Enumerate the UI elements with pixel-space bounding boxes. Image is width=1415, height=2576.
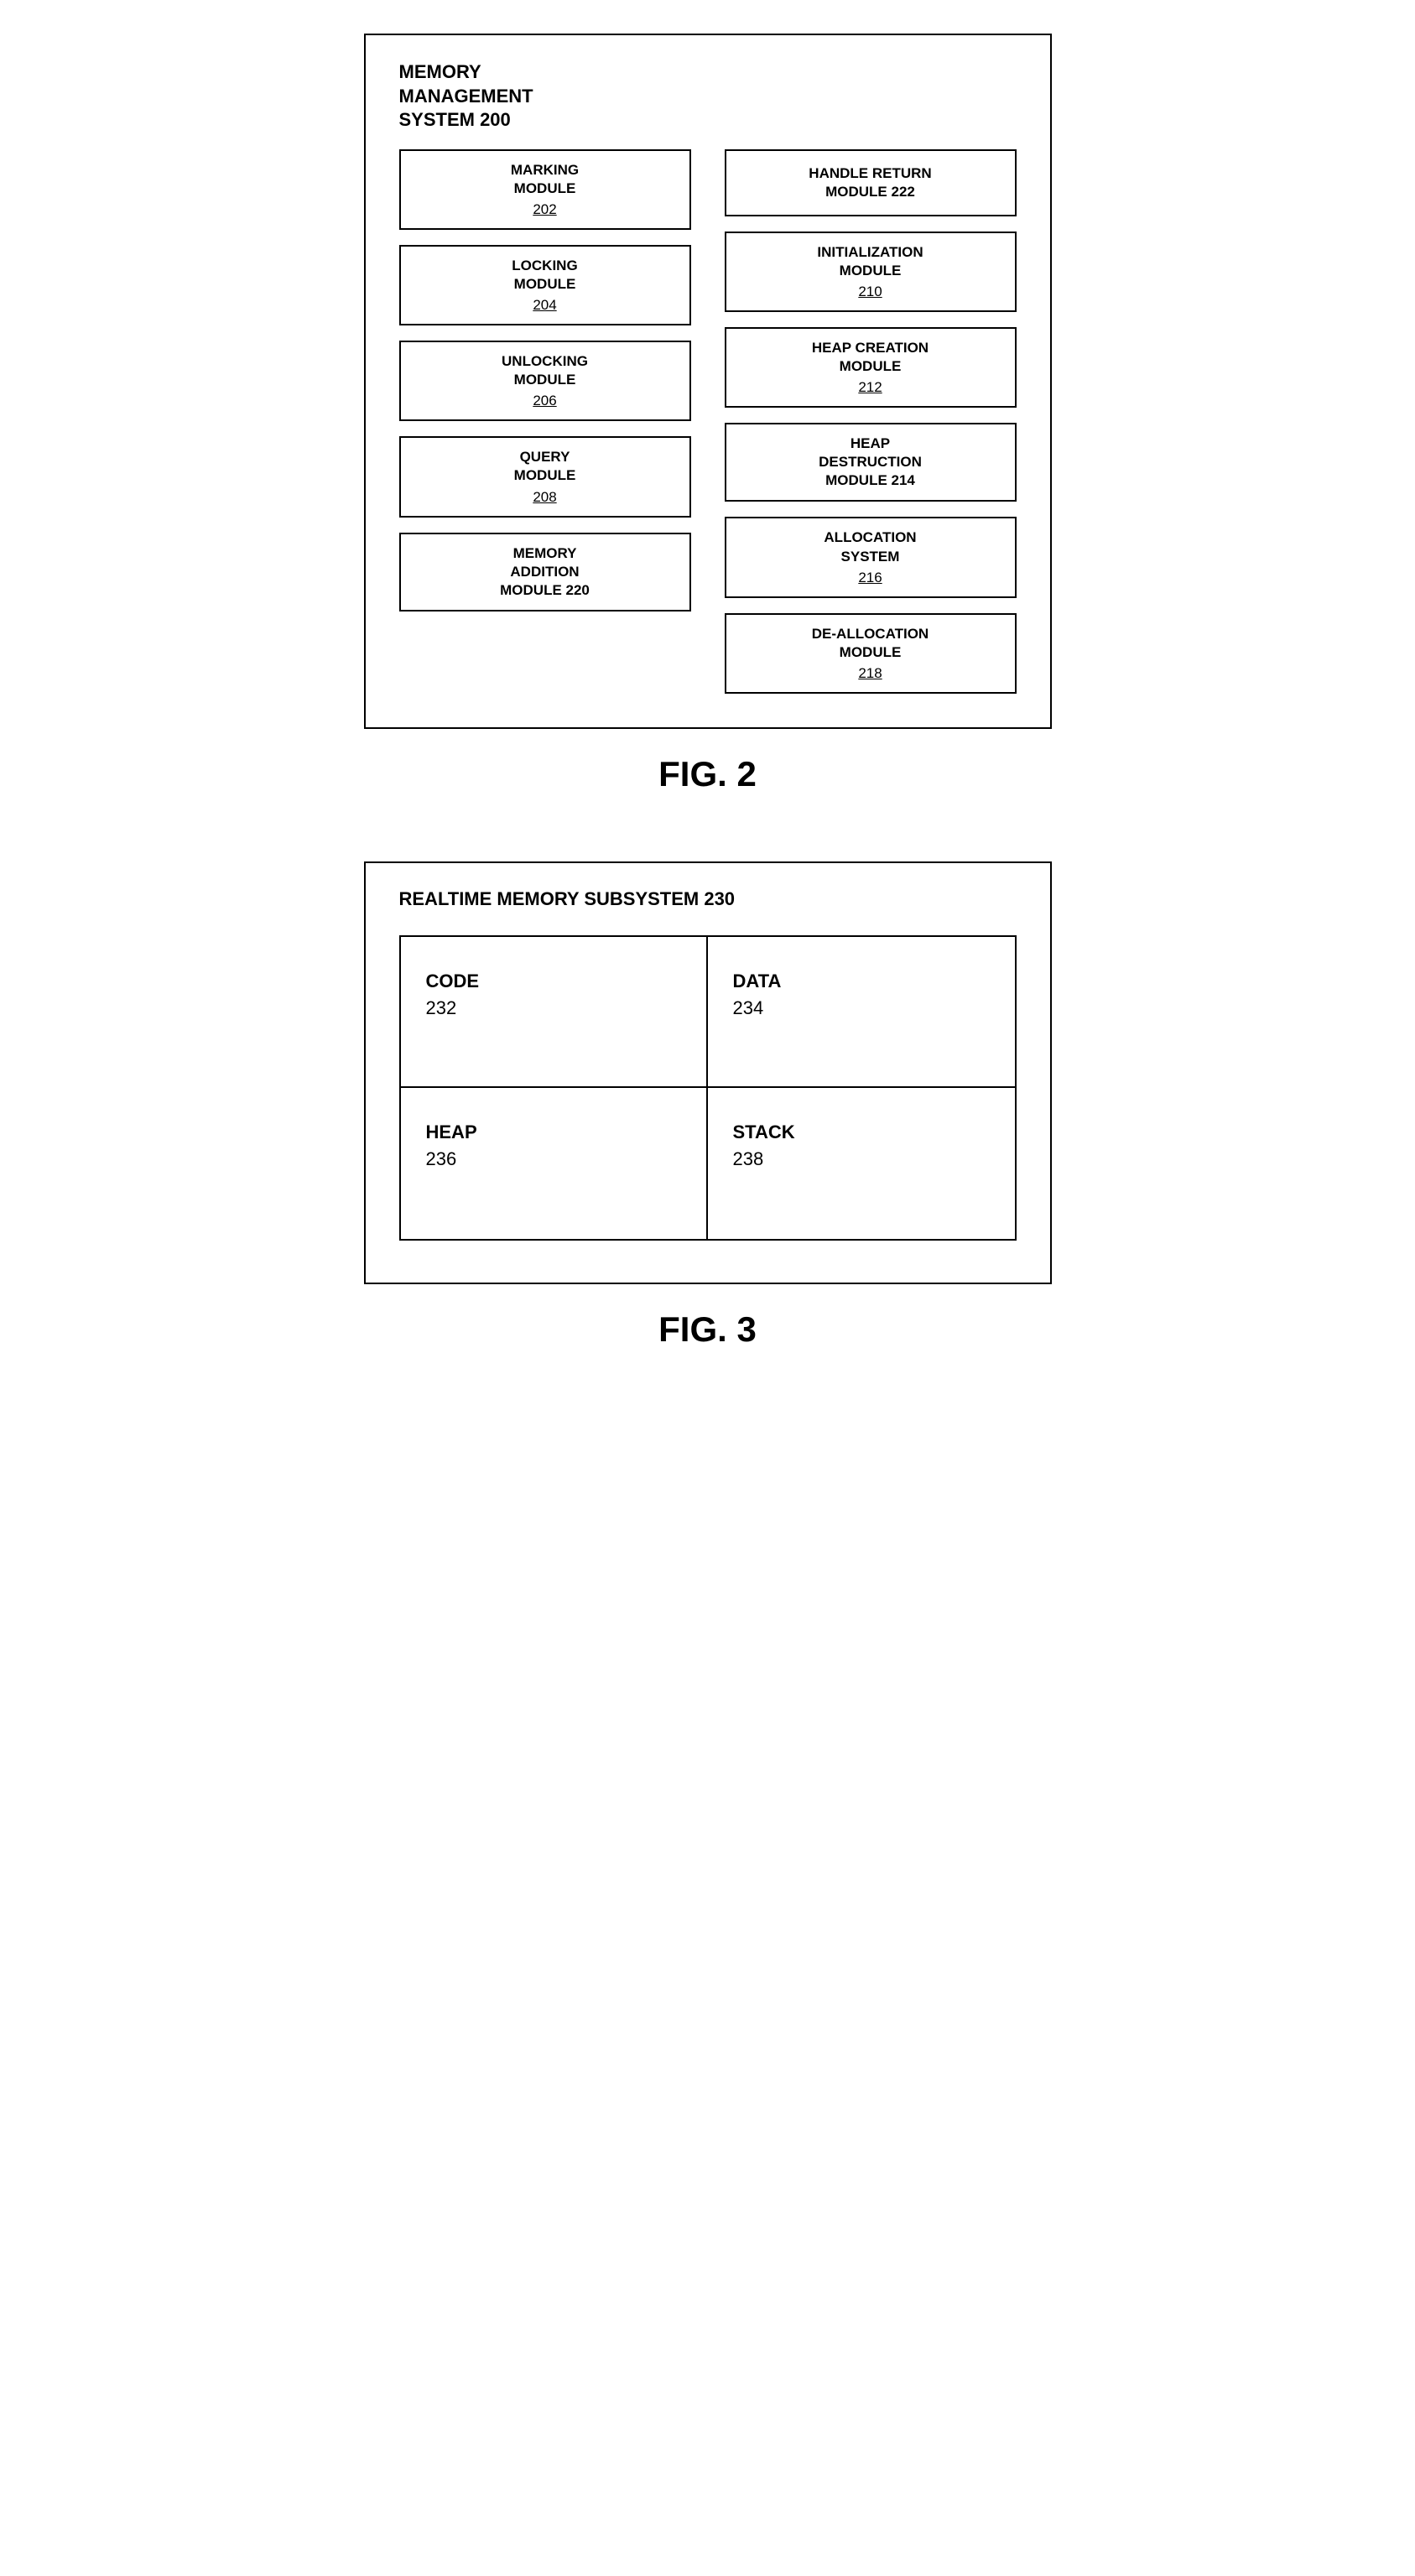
locking-module-num: 204 (533, 297, 556, 314)
heap-destruction-module-name: HEAPDESTRUCTIONMODULE 214 (819, 435, 922, 490)
fig2-columns: MARKINGMODULE 202 LOCKINGMODULE 204 UNLO… (399, 149, 1017, 694)
data-cell-name: DATA (733, 971, 782, 992)
handle-return-module-box: HANDLE RETURNMODULE 222 (725, 149, 1017, 216)
handle-return-module-name: HANDLE RETURNMODULE 222 (809, 164, 931, 201)
initialization-module-box: INITIALIZATIONMODULE 210 (725, 232, 1017, 312)
stack-cell-num: 238 (733, 1148, 764, 1170)
allocation-system-name: ALLOCATIONSYSTEM (824, 528, 916, 565)
heap-creation-module-name: HEAP CREATIONMODULE (812, 339, 929, 376)
marking-module-name: MARKINGMODULE (511, 161, 579, 198)
fig2-right-col: HANDLE RETURNMODULE 222 INITIALIZATIONMO… (725, 149, 1017, 694)
fig3-title: REALTIME MEMORY SUBSYSTEM 230 (399, 888, 1017, 910)
deallocation-module-box: DE-ALLOCATIONMODULE 218 (725, 613, 1017, 694)
marking-module-box: MARKINGMODULE 202 (399, 149, 691, 230)
locking-module-name: LOCKINGMODULE (512, 257, 577, 294)
code-cell: CODE 232 (401, 937, 708, 1088)
fig3-container: REALTIME MEMORY SUBSYSTEM 230 CODE 232 D… (364, 861, 1052, 1350)
fig2-title: MEMORYMANAGEMENTSYSTEM 200 (399, 60, 1017, 133)
query-module-num: 208 (533, 489, 556, 506)
initialization-module-num: 210 (858, 284, 882, 300)
fig2-container: MEMORYMANAGEMENTSYSTEM 200 MARKINGMODULE… (364, 34, 1052, 794)
heap-creation-module-box: HEAP CREATIONMODULE 212 (725, 327, 1017, 408)
heap-cell-num: 236 (426, 1148, 457, 1170)
unlocking-module-num: 206 (533, 393, 556, 409)
locking-module-box: LOCKINGMODULE 204 (399, 245, 691, 325)
allocation-system-num: 216 (858, 570, 882, 586)
marking-module-num: 202 (533, 201, 556, 218)
stack-cell-name: STACK (733, 1121, 795, 1143)
heap-creation-module-num: 212 (858, 379, 882, 396)
initialization-module-name: INITIALIZATIONMODULE (817, 243, 923, 280)
fig2-diagram-box: MEMORYMANAGEMENTSYSTEM 200 MARKINGMODULE… (364, 34, 1052, 729)
fig3-label: FIG. 3 (658, 1309, 757, 1350)
page-container: MEMORYMANAGEMENTSYSTEM 200 MARKINGMODULE… (0, 34, 1415, 1350)
data-cell-num: 234 (733, 997, 764, 1019)
query-module-box: QUERYMODULE 208 (399, 436, 691, 517)
query-module-name: QUERYMODULE (514, 448, 576, 485)
code-cell-name: CODE (426, 971, 480, 992)
code-cell-num: 232 (426, 997, 457, 1019)
deallocation-module-name: DE-ALLOCATIONMODULE (812, 625, 929, 662)
deallocation-module-num: 218 (858, 665, 882, 682)
memory-addition-module-name: MEMORYADDITIONMODULE 220 (500, 544, 590, 600)
heap-destruction-module-box: HEAPDESTRUCTIONMODULE 214 (725, 423, 1017, 502)
allocation-system-box: ALLOCATIONSYSTEM 216 (725, 517, 1017, 597)
fig2-label: FIG. 2 (658, 754, 757, 794)
fig2-left-col: MARKINGMODULE 202 LOCKINGMODULE 204 UNLO… (399, 149, 691, 694)
fig3-diagram-box: REALTIME MEMORY SUBSYSTEM 230 CODE 232 D… (364, 861, 1052, 1284)
heap-cell-name: HEAP (426, 1121, 477, 1143)
memory-addition-module-box: MEMORYADDITIONMODULE 220 (399, 533, 691, 611)
unlocking-module-box: UNLOCKINGMODULE 206 (399, 341, 691, 421)
data-cell: DATA 234 (708, 937, 1015, 1088)
heap-cell: HEAP 236 (401, 1088, 708, 1239)
stack-cell: STACK 238 (708, 1088, 1015, 1239)
fig3-grid: CODE 232 DATA 234 HEAP 236 STACK 238 (399, 935, 1017, 1241)
unlocking-module-name: UNLOCKINGMODULE (502, 352, 588, 389)
